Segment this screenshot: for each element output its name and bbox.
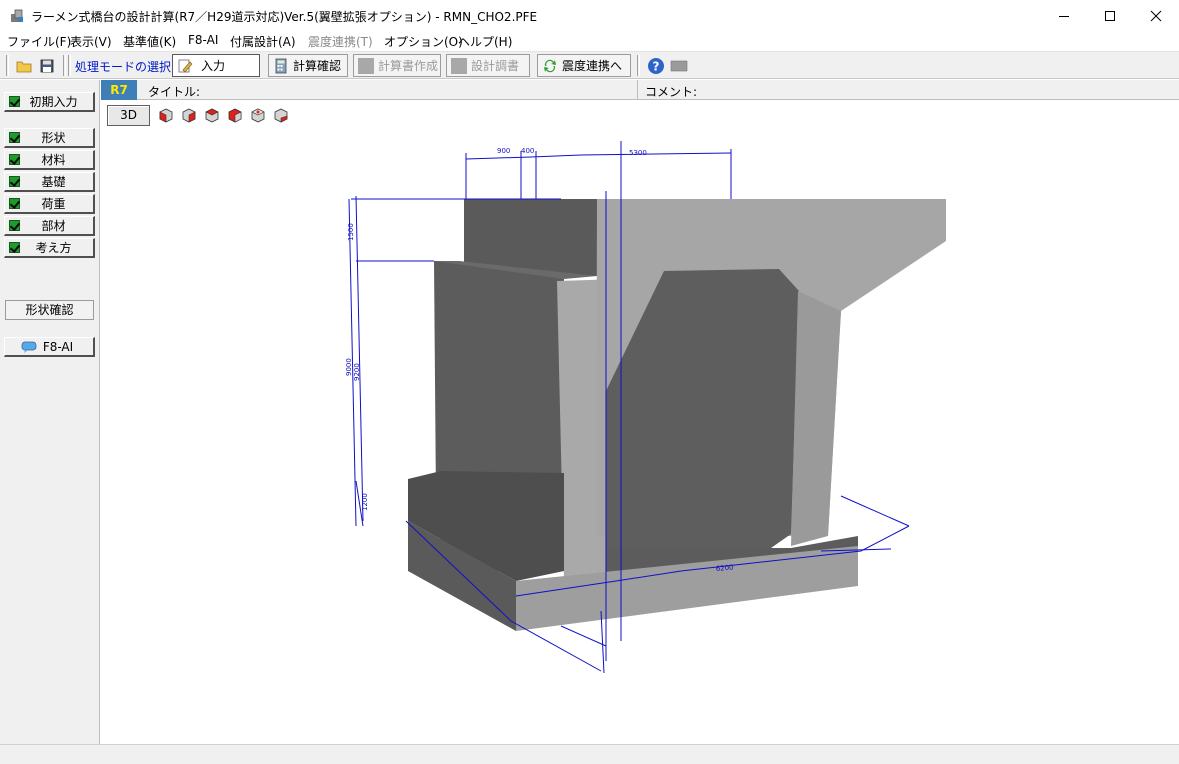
minimize-icon — [1059, 15, 1069, 17]
help-icon[interactable]: ? — [647, 57, 665, 75]
title-label: タイトル: — [148, 85, 201, 99]
checkmark-icon — [9, 96, 20, 107]
seismic-link-label: 震度連携へ — [562, 59, 623, 73]
checkmark-icon — [9, 242, 20, 253]
design-record-button[interactable]: 設計調書 — [446, 54, 530, 77]
dim-left-upper: 1500 — [347, 223, 355, 241]
info-bar: R7 タイトル: コメント: — [101, 80, 1179, 100]
standard-badge: R7 — [101, 80, 137, 100]
sidebar-item-label: 考え方 — [35, 241, 72, 255]
menu-seismic-link[interactable]: 震度連携(T) — [308, 33, 373, 50]
input-mode-button[interactable]: 入力 — [172, 54, 260, 77]
sidebar-item-shape[interactable]: 形状 — [4, 128, 95, 148]
toolbar-separator — [68, 55, 71, 76]
menu-bar: ファイル(F) 表示(V) 基準値(K) F8-AI 付属設計(A) 震度連携(… — [0, 31, 1179, 51]
dim-bottom-right: 6200 — [715, 563, 733, 573]
right-leg — [791, 291, 841, 546]
svg-text:?: ? — [653, 60, 660, 74]
abutment-model: 900 400 5300 1500 9000 9200 1200 6200 — [345, 141, 946, 674]
f8ai-button[interactable]: F8-AI — [4, 337, 95, 357]
sidebar-item-material[interactable]: 材料 — [4, 150, 95, 170]
left-sidebar: 初期入力 形状 材料 基礎 荷重 部材 考え方 形状確認 F8-AI — [0, 80, 100, 744]
comment-label: コメント: — [645, 85, 698, 99]
checkmark-icon — [9, 132, 20, 143]
refresh-arrows-icon — [544, 59, 556, 72]
sidebar-item-foundation[interactable]: 基礎 — [4, 172, 95, 192]
initial-input-button[interactable]: 初期入力 — [4, 92, 95, 112]
sidebar-item-approach[interactable]: 考え方 — [4, 238, 95, 258]
menu-help[interactable]: ヘルプ(H) — [458, 33, 512, 50]
title-bar: ラーメン式橋台の設計計算(R7／H29道示対応)Ver.5(翼壁拡張オプション)… — [0, 0, 1179, 31]
dim-left-lower: 1200 — [361, 493, 369, 511]
checkmark-icon — [9, 154, 20, 165]
close-button[interactable] — [1133, 0, 1179, 31]
dim-top-right: 5300 — [629, 149, 647, 157]
menu-options[interactable]: オプション(O) — [384, 33, 463, 50]
input-mode-label: 入力 — [201, 59, 226, 73]
open-folder-icon[interactable] — [15, 57, 33, 75]
calculator-icon — [275, 58, 287, 73]
sidebar-item-label: 荷重 — [41, 197, 66, 211]
report-icon — [358, 57, 374, 74]
design-record-icon — [451, 57, 467, 74]
dim-top-mid: 400 — [521, 147, 534, 155]
info-divider — [637, 80, 638, 100]
checkmark-icon — [9, 198, 20, 209]
dim-left-mid-b: 9200 — [353, 363, 361, 381]
report-create-label: 計算書作成 — [378, 59, 439, 73]
toolbar-separator — [6, 55, 9, 76]
menu-attached-design[interactable]: 付属設計(A) — [230, 33, 296, 50]
status-bar — [0, 744, 1179, 764]
shape-check-button[interactable]: 形状確認 — [5, 300, 94, 320]
report-create-button[interactable]: 計算書作成 — [353, 54, 441, 77]
maximize-button[interactable] — [1087, 0, 1133, 31]
toolbar-separator — [63, 55, 66, 76]
sidebar-item-label: 材料 — [41, 153, 66, 167]
dim-top-left: 900 — [497, 147, 510, 155]
3d-viewport[interactable]: 3D 900 400 5300 1500 9000 9200 1200 6200 — [101, 101, 1179, 744]
menu-file[interactable]: ファイル(F) — [7, 33, 71, 50]
close-icon — [1150, 10, 1162, 21]
dim-left-mid-a: 9000 — [345, 358, 353, 376]
checkmark-icon — [9, 220, 20, 231]
sidebar-item-member[interactable]: 部材 — [4, 216, 95, 236]
chat-bubble-icon — [21, 341, 37, 353]
f8ai-label: F8-AI — [42, 339, 74, 354]
calc-check-label: 計算確認 — [293, 59, 342, 73]
minimize-button[interactable] — [1041, 0, 1087, 31]
window-title: ラーメン式橋台の設計計算(R7／H29道示対応)Ver.5(翼壁拡張オプション)… — [31, 10, 538, 24]
sidebar-item-label: 部材 — [41, 219, 66, 233]
seismic-link-button[interactable]: 震度連携へ — [537, 54, 631, 77]
pencil-note-icon — [178, 59, 193, 72]
toolbar: 処理モードの選択 入力 計算確認 計算書作成 設計調書 震度連携へ ? — [0, 51, 1179, 79]
menu-standard-values[interactable]: 基準値(K) — [123, 33, 176, 50]
sidebar-item-label: 形状 — [41, 131, 66, 145]
initial-input-label: 初期入力 — [29, 95, 78, 109]
processing-mode-label: 処理モードの選択 — [75, 60, 172, 74]
save-icon[interactable] — [38, 57, 56, 75]
maximize-icon — [1105, 10, 1115, 21]
app-icon — [11, 9, 23, 22]
sidebar-item-load[interactable]: 荷重 — [4, 194, 95, 214]
calc-check-button[interactable]: 計算確認 — [268, 54, 348, 77]
toolbar-separator — [637, 55, 640, 76]
checkmark-icon — [9, 176, 20, 187]
menu-f8ai[interactable]: F8-AI — [188, 33, 218, 47]
monitor-icon[interactable] — [670, 57, 688, 75]
sidebar-item-label: 基礎 — [41, 175, 66, 189]
menu-view[interactable]: 表示(V) — [70, 33, 112, 50]
design-record-label: 設計調書 — [471, 59, 520, 73]
